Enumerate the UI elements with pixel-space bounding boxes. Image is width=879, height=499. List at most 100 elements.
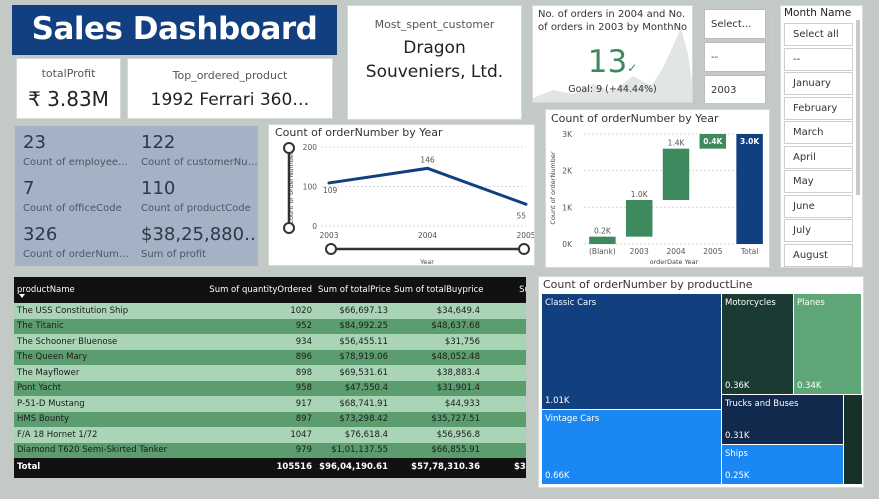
table-cell: $69,531.61 <box>315 365 391 381</box>
treemap-tile[interactable]: Vintage Cars 0.66K <box>542 410 721 484</box>
treemap-tile[interactable]: Trucks and Buses 0.31K <box>722 395 843 444</box>
treemap-tile-value: 0.36K <box>725 381 750 391</box>
treemap-tile[interactable]: Planes 0.34K <box>794 294 861 394</box>
table-row[interactable]: P-51-D Mustang917$68,741.91$44,933$23,80… <box>14 396 526 412</box>
table-cell: $23,808 <box>483 396 526 412</box>
most-spent-value-line1: Dragon <box>403 38 466 58</box>
stat-value: 7 <box>23 178 35 199</box>
product-table-card[interactable]: productName Sum of quantityOrdered Sum of … <box>14 277 526 478</box>
table-cell: $56,956.8 <box>391 427 483 443</box>
month-item[interactable]: June <box>784 194 853 218</box>
table-row[interactable]: The Queen Mary896$78,919.06$48,052.48$30… <box>14 349 526 365</box>
waterfall-bar <box>589 236 616 244</box>
table-cell: $31,756 <box>391 334 483 350</box>
year-dropdown-label: 2003 <box>711 84 737 96</box>
page-title: Sales Dashboard <box>31 11 318 47</box>
table-cell: $48,637.68 <box>391 318 483 334</box>
month-item[interactable]: April <box>784 145 853 169</box>
data-label: 109 <box>323 186 338 195</box>
stat-label: Count of customerNu… <box>141 157 257 168</box>
most-spent-customer-card[interactable]: Most_spent_customer Dragon Souveniers, L… <box>347 5 522 120</box>
column-header[interactable]: Sum of totalBuyprice <box>391 277 483 303</box>
column-header[interactable]: Sum of profi <box>483 277 526 303</box>
total-cell: Total <box>14 458 199 476</box>
year-dropdown[interactable]: 2003 <box>704 75 766 103</box>
sort-icon[interactable] <box>19 294 25 298</box>
table-cell: $44,933 <box>391 396 483 412</box>
table-cell: $24,699 <box>483 334 526 350</box>
stat-label: Count of employee… <box>23 157 129 168</box>
month-item[interactable]: -- <box>784 47 853 71</box>
table-cell: 1020 <box>199 303 315 319</box>
month-item[interactable]: Select all <box>784 23 853 46</box>
table-cell: 934 <box>199 334 315 350</box>
table-cell: 897 <box>199 411 315 427</box>
treemap-tile-value: 0.31K <box>725 431 750 441</box>
table-cell: $1,01,137.55 <box>315 442 391 458</box>
waterfall-bar <box>736 134 763 244</box>
table-row[interactable]: Diamond T620 Semi-Skirted Tanker 979 $1,01… <box>14 442 526 458</box>
month-scrollbar[interactable] <box>856 20 860 195</box>
y-tick-label: 0K <box>562 240 573 249</box>
column-header[interactable]: productName <box>14 277 199 303</box>
x-tick-label: Total <box>740 247 759 256</box>
month-slicer-title: Month Name <box>784 7 852 19</box>
total-cell: $57,78,310.36 <box>391 458 483 476</box>
y-range-handle-top <box>283 142 295 154</box>
treemap-tile-label: Classic Cars <box>545 298 597 308</box>
table-row[interactable]: The Mayflower898$69,531.61$38,883.4$30,6… <box>14 365 526 381</box>
table-row[interactable]: The Schooner Bluenose 934 $56,455.11 $31,75… <box>14 334 526 350</box>
x-tick-label: 2005 <box>516 231 535 240</box>
table-row[interactable]: The Titanic952$84,992.25$48,637.68$36,35… <box>14 318 526 334</box>
table-cell: $66,855.91 <box>391 442 483 458</box>
table-row[interactable]: The USS Constitution Ship 1020 $66,697.13 $… <box>14 303 526 319</box>
table-row[interactable]: HMS Bounty897$73,298.42$35,727.51$37,570 <box>14 411 526 427</box>
goal-text: Goal: 9 (+44.44%) <box>568 84 657 95</box>
table-row[interactable]: F/A 18 Hornet 1/72 1047 $76,618.4 $56,956.8… <box>14 427 526 443</box>
y-tick-label: 3K <box>562 130 573 139</box>
treemap-tile[interactable]: Ships 0.25K <box>722 445 843 484</box>
line-chart-card[interactable]: Count of orderNumber by Year 0 100 200 2003… <box>268 124 535 266</box>
table-cell: $56,455.11 <box>315 334 391 350</box>
month-item[interactable]: August <box>784 243 853 267</box>
y-tick-label: 1K <box>562 203 573 212</box>
month-item[interactable]: February <box>784 96 853 120</box>
table-cell: $78,919.06 <box>315 349 391 365</box>
treemap-tile[interactable]: Classic Cars 1.01K <box>542 294 721 409</box>
treemap-card[interactable]: Count of orderNumber by productLine Clas… <box>538 276 864 488</box>
product-table[interactable]: productName Sum of quantityOrdered Sum of … <box>14 277 526 476</box>
y-tick-label: 200 <box>303 143 318 152</box>
treemap-tile-value: 1.01K <box>545 396 570 406</box>
total-profit-label: totalProfit <box>41 67 96 80</box>
check-icon: ✓ <box>627 61 638 75</box>
month-item[interactable]: March <box>784 121 853 144</box>
table-total-row: Total105516$96,04,190.61$57,78,310.36$38… <box>14 458 526 476</box>
table-cell: The USS Constitution Ship <box>14 303 199 319</box>
stats-panel: 23 Count of employee… 122 Count of customer… <box>15 126 258 266</box>
total-profit-card[interactable]: totalProfit ₹ 3.83M <box>16 58 121 119</box>
column-header[interactable]: Sum of totalPrice <box>315 277 391 303</box>
month-item[interactable]: May <box>784 170 853 193</box>
table-cell: The Schooner Bluenose <box>14 334 199 350</box>
treemap-tile[interactable]: Motorcycles 0.36K <box>722 294 793 394</box>
slicer-scrollbar[interactable] <box>769 9 773 65</box>
month-item[interactable]: July <box>784 219 853 242</box>
month-item[interactable]: January <box>784 72 853 95</box>
waterfall-bar <box>662 148 690 200</box>
table-cell: $32,047 <box>483 303 526 319</box>
treemap-tile-value: 0.66K <box>545 471 570 481</box>
stat-label: Count of officeCode <box>23 203 122 214</box>
data-label: 146 <box>420 155 435 164</box>
waterfall-chart-card[interactable]: Count of orderNumber by Year 0K 1K 2K 3K 0.2… <box>545 109 770 268</box>
top-product-label: Top_ordered_product <box>172 69 288 82</box>
table-header-row: productName Sum of quantityOrdered Sum of … <box>14 277 526 303</box>
top-product-card[interactable]: Top_ordered_product 1992 Ferrari 360… <box>127 58 333 119</box>
column-header[interactable]: Sum of quantityOrdered <box>199 277 315 303</box>
table-cell: $48,052.48 <box>391 349 483 365</box>
table-cell: The Titanic <box>14 318 199 334</box>
select-dropdown[interactable]: Select... <box>704 9 766 39</box>
dash-dropdown[interactable]: -- <box>704 42 766 72</box>
orders-goal-card[interactable]: No. of orders in 2004 and No. of orders … <box>532 5 693 103</box>
table-row[interactable]: Pont Yacht958$47,550.4$31,901.4$15,649 <box>14 380 526 396</box>
treemap-tile-other[interactable] <box>844 395 862 484</box>
